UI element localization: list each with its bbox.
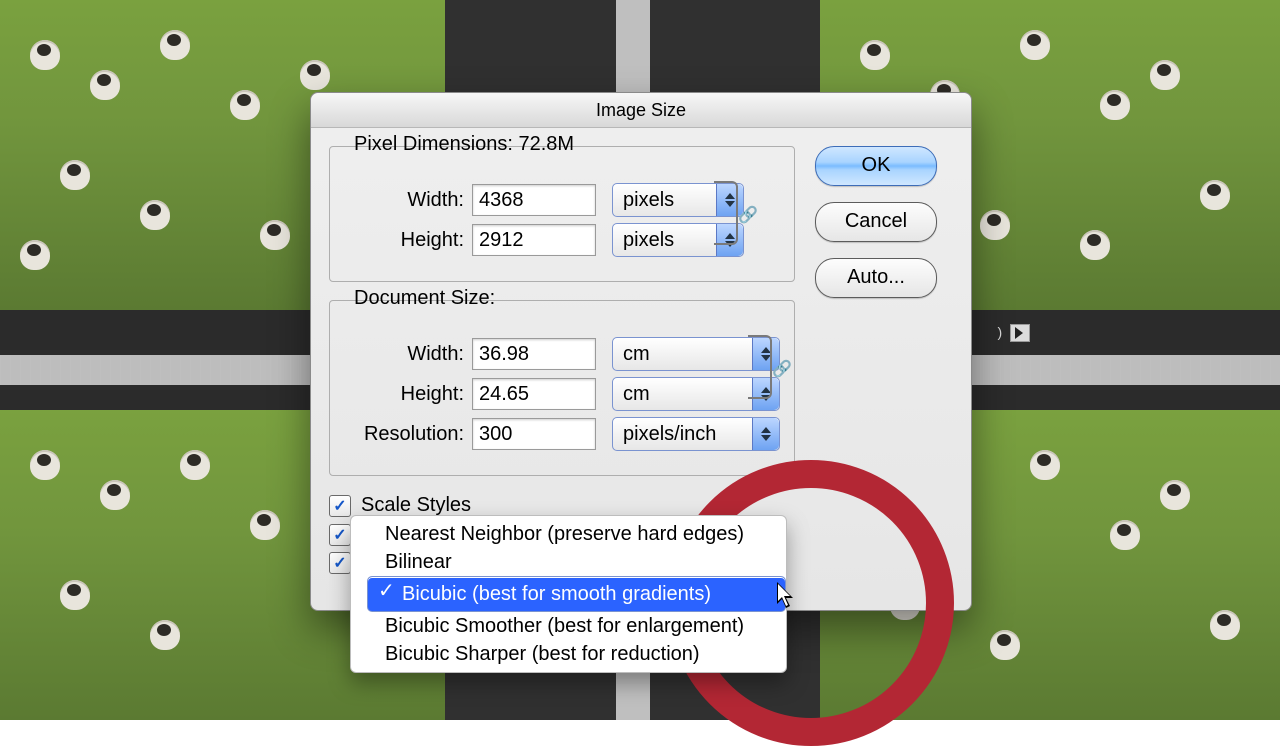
px-width-unit-value: pixels bbox=[623, 189, 674, 212]
link-bracket-icon bbox=[748, 335, 772, 399]
checkmark-icon: ✓ bbox=[378, 578, 395, 604]
mouse-cursor-icon bbox=[777, 582, 799, 612]
menu-item-bicubic-sharper[interactable]: Bicubic Sharper (best for reduction) bbox=[351, 640, 786, 668]
doc-width-label: Width: bbox=[344, 343, 464, 366]
dialog-buttons: OK Cancel Auto... bbox=[815, 146, 953, 580]
doc-height-unit-value: cm bbox=[623, 383, 650, 406]
menu-item-bicubic-smoother[interactable]: Bicubic Smoother (best for enlargement) bbox=[351, 612, 786, 640]
doc-width-input[interactable] bbox=[472, 338, 596, 370]
document-tab-suffix: ) bbox=[997, 324, 1002, 340]
doc-height-label: Height: bbox=[344, 383, 464, 406]
resolution-label: Resolution: bbox=[344, 423, 464, 446]
doc-height-input[interactable] bbox=[472, 378, 596, 410]
checkbox-icon: ✓ bbox=[329, 552, 351, 574]
resample-method-menu[interactable]: Nearest Neighbor (preserve hard edges) B… bbox=[350, 515, 787, 673]
ok-button[interactable]: OK bbox=[815, 146, 937, 186]
stepper-arrows-icon bbox=[752, 418, 779, 450]
px-height-input[interactable] bbox=[472, 224, 596, 256]
checkbox-icon: ✓ bbox=[329, 495, 351, 517]
cancel-button[interactable]: Cancel bbox=[815, 202, 937, 242]
pixel-dimensions-group: Pixel Dimensions: 72.8M Width: pixels He… bbox=[329, 146, 795, 282]
auto-button[interactable]: Auto... bbox=[815, 258, 937, 298]
document-tab[interactable]: ) bbox=[997, 324, 1030, 344]
menu-item-bilinear[interactable]: Bilinear bbox=[351, 548, 786, 576]
scale-styles-label: Scale Styles bbox=[361, 494, 471, 517]
px-width-label: Width: bbox=[344, 189, 464, 212]
px-height-label: Height: bbox=[344, 229, 464, 252]
doc-width-unit-value: cm bbox=[623, 343, 650, 366]
resolution-input[interactable] bbox=[472, 418, 596, 450]
scale-styles-checkbox[interactable]: ✓ Scale Styles bbox=[329, 494, 795, 517]
px-height-unit-value: pixels bbox=[623, 229, 674, 252]
chain-link-icon: 🔗 bbox=[772, 359, 792, 379]
chain-link-icon: 🔗 bbox=[738, 205, 758, 225]
checkbox-icon: ✓ bbox=[329, 524, 351, 546]
dialog-title: Image Size bbox=[311, 93, 971, 128]
menu-item-nearest-neighbor[interactable]: Nearest Neighbor (preserve hard edges) bbox=[351, 520, 786, 548]
play-icon bbox=[1015, 326, 1023, 342]
px-width-input[interactable] bbox=[472, 184, 596, 216]
pixel-dimensions-legend: Pixel Dimensions: 72.8M bbox=[350, 133, 578, 156]
resolution-unit-select[interactable]: pixels/inch bbox=[612, 417, 780, 451]
resolution-unit-value: pixels/inch bbox=[623, 423, 716, 446]
menu-item-bicubic[interactable]: ✓Bicubic (best for smooth gradients) bbox=[367, 576, 786, 612]
document-size-group: Document Size: Width: cm Height: cm bbox=[329, 300, 795, 476]
document-size-legend: Document Size: bbox=[350, 287, 499, 310]
link-bracket-icon bbox=[714, 181, 738, 245]
